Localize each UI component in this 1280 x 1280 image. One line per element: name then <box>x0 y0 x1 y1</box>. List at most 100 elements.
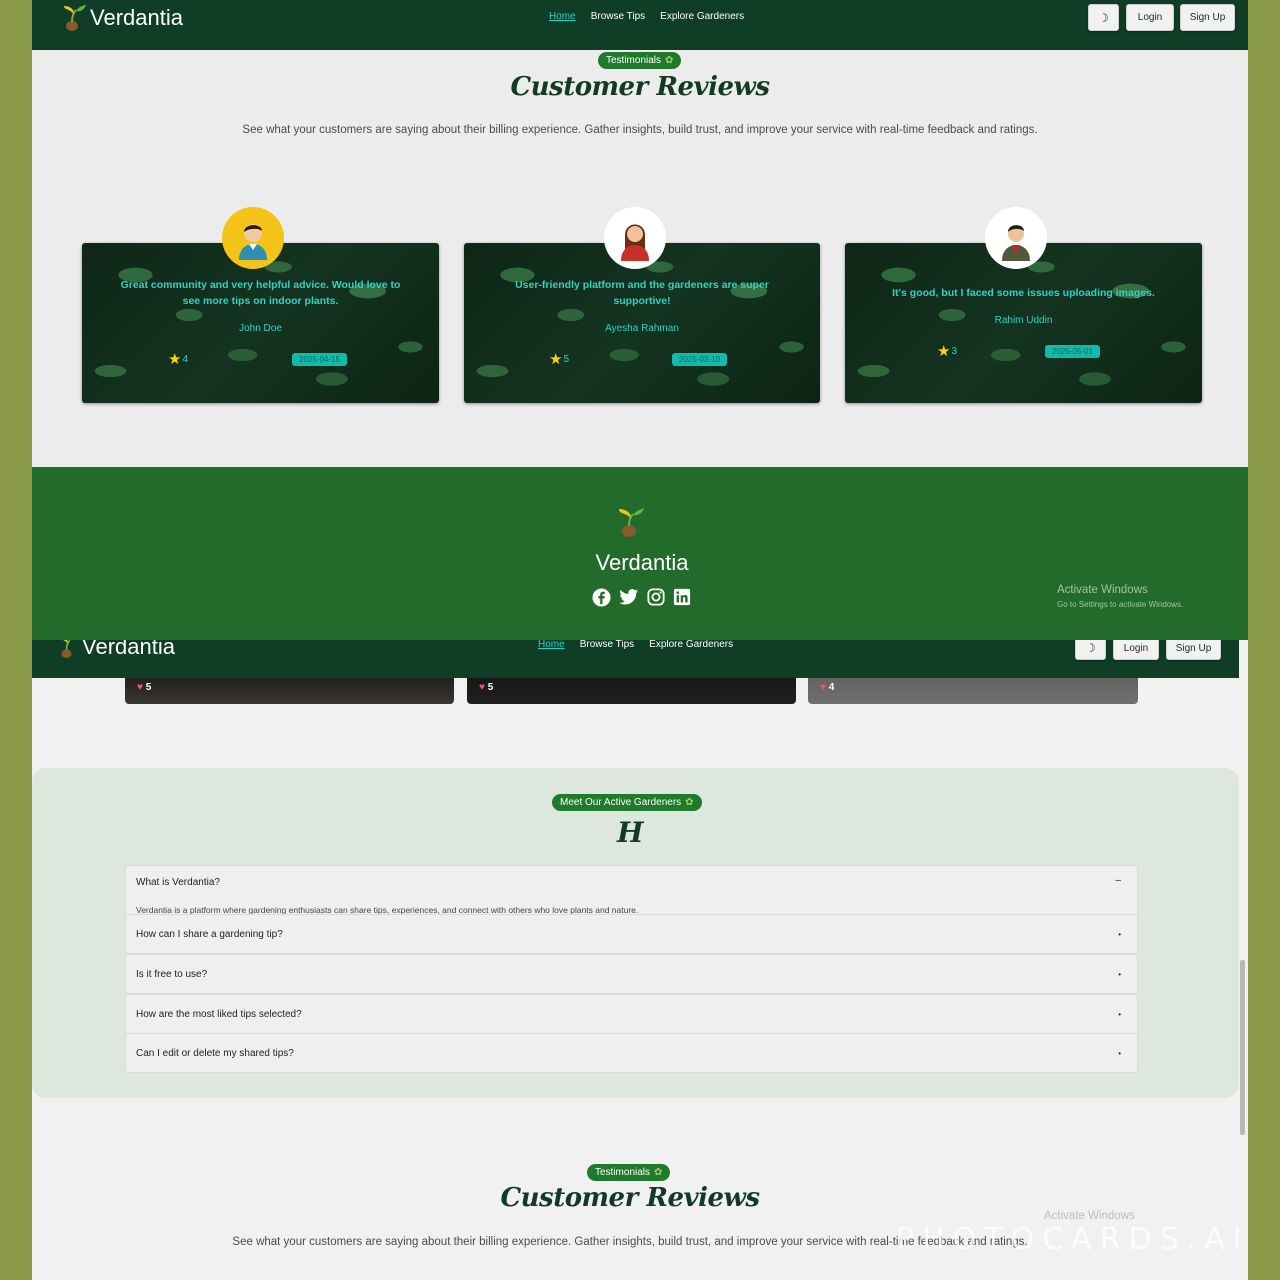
avatar <box>222 207 284 269</box>
navbar: Verdantia Home Browse Tips Explore Garde… <box>32 0 1248 50</box>
instagram-icon[interactable] <box>647 588 665 606</box>
female-user-icon <box>621 224 649 261</box>
brand-name: Verdantia <box>82 640 175 659</box>
reviewer-name: John Doe <box>239 323 282 334</box>
logo[interactable]: Verdantia <box>62 2 183 34</box>
page-subtitle: See what your customers are saying about… <box>242 124 1038 136</box>
social-links <box>592 588 691 607</box>
avatar <box>604 207 666 269</box>
badge-label: Meet Our Active Gardeners <box>560 797 682 808</box>
moon-icon: ☽ <box>1085 641 1096 655</box>
footer: Verdantia Activate Windows Go to Setting… <box>32 467 1248 640</box>
review-date: 2025-04-15 <box>292 353 347 366</box>
likes: ♥ 5 <box>479 682 493 693</box>
heart-icon: ♥ <box>137 682 143 693</box>
review-text: User-friendly platform and the gardeners… <box>515 279 769 307</box>
heart-icon: ♥ <box>820 682 826 693</box>
rating-value: 3 <box>951 345 958 357</box>
sprout-logo-icon <box>619 507 644 537</box>
login-button[interactable]: Login <box>1126 4 1174 31</box>
nav-browse-tips[interactable]: Browse Tips <box>580 640 634 650</box>
logo[interactable]: Verdantia <box>58 640 175 662</box>
activate-windows-title: Activate Windows <box>1057 584 1148 596</box>
nav-links: Home Browse Tips Explore Gardeners <box>549 11 744 22</box>
review-text: Great community and very helpful advice.… <box>120 279 401 307</box>
expand-icon[interactable]: • <box>1118 1049 1121 1058</box>
sprout-icon: ✿ <box>665 55 674 66</box>
page-title: Customer Reviews <box>500 1183 760 1213</box>
nav-home[interactable]: Home <box>538 640 565 650</box>
linkedin-icon[interactable] <box>673 588 691 606</box>
faq-item[interactable]: Is it free to use? • <box>125 954 1138 994</box>
faq-item[interactable]: How can I share a gardening tip? • <box>125 914 1138 954</box>
faq-section: Meet Our Active Gardeners ✿ H What is Ve… <box>32 768 1239 1098</box>
signup-button[interactable]: Sign Up <box>1166 640 1221 660</box>
nav-explore-gardeners[interactable]: Explore Gardeners <box>649 640 733 650</box>
rating: ★ 3 <box>937 342 957 360</box>
star-icon: ★ <box>549 351 563 368</box>
testimonials-badge: Testimonials ✿ <box>587 1164 671 1181</box>
footer-brand: Verdantia <box>595 550 689 575</box>
sprout-logo-icon <box>61 640 72 658</box>
testimonials-badge: Testimonials ✿ <box>598 52 682 69</box>
sprout-icon: ✿ <box>654 1167 663 1178</box>
nav-home[interactable]: Home <box>549 11 576 22</box>
reviewer-name: Rahim Uddin <box>994 315 1053 326</box>
bottom-screenshot: ♥ 5 ♥ 5 ♥ 4 Verdantia Home Browse Tips E… <box>32 640 1248 1280</box>
activate-windows-subtitle: Go to Settings to activate Windows. <box>1057 600 1184 609</box>
twitter-icon[interactable] <box>619 588 639 607</box>
moon-icon: ☽ <box>1098 10 1109 25</box>
scrollbar-thumb[interactable] <box>1240 960 1245 1135</box>
active-gardeners-badge: Meet Our Active Gardeners ✿ <box>552 794 702 811</box>
like-count: 4 <box>828 682 835 693</box>
theme-toggle-button[interactable]: ☽ <box>1075 640 1106 660</box>
nav-explore-gardeners[interactable]: Explore Gardeners <box>660 11 744 22</box>
star-icon: ★ <box>937 343 951 360</box>
theme-toggle-button[interactable]: ☽ <box>1088 4 1119 31</box>
star-icon: ★ <box>168 351 182 368</box>
top-screenshot: Verdantia Home Browse Tips Explore Garde… <box>32 0 1248 640</box>
rating: ★ 4 <box>168 350 188 368</box>
faq-question: Can I edit or delete my shared tips? <box>136 1047 294 1059</box>
review-date: 2025-05-01 <box>1045 345 1100 358</box>
signup-button[interactable]: Sign Up <box>1180 4 1235 31</box>
faq-question: How can I share a gardening tip? <box>136 928 283 940</box>
faq-item[interactable]: What is Verdantia? – Verdantia is a plat… <box>125 865 1138 915</box>
likes: ♥ 4 <box>820 682 834 693</box>
nav-links: Home Browse Tips Explore Gardeners <box>538 640 733 650</box>
likes: ♥ 5 <box>137 682 151 693</box>
expand-icon[interactable]: • <box>1118 930 1121 939</box>
heart-icon: ♥ <box>479 682 485 693</box>
faq-item[interactable]: Can I edit or delete my shared tips? • <box>125 1033 1138 1073</box>
faq-question: Is it free to use? <box>136 968 208 980</box>
male-user-icon <box>239 224 267 260</box>
collapse-icon[interactable]: – <box>1115 875 1121 886</box>
photocards-watermark: PHOTOCARDS.AI <box>896 1222 1250 1257</box>
page-title: Customer Reviews <box>510 72 770 102</box>
sprout-icon: ✿ <box>685 797 694 808</box>
avatar <box>985 207 1047 269</box>
badge-label: Testimonials <box>595 1167 651 1178</box>
sprout-logo-icon <box>64 4 86 31</box>
navbar: Verdantia Home Browse Tips Explore Garde… <box>32 640 1239 678</box>
faq-question: What is Verdantia? <box>136 877 220 888</box>
expand-icon[interactable]: • <box>1118 1010 1121 1019</box>
expand-icon[interactable]: • <box>1118 970 1121 979</box>
rating: ★ 5 <box>549 350 569 368</box>
reviewer-name: Ayesha Rahman <box>605 323 679 334</box>
nav-browse-tips[interactable]: Browse Tips <box>591 11 645 22</box>
faq-item[interactable]: How are the most liked tips selected? • <box>125 994 1138 1034</box>
faq-question: How are the most liked tips selected? <box>136 1008 302 1020</box>
review-date: 2025-03-10 <box>672 353 727 366</box>
rating-value: 5 <box>563 353 570 365</box>
brand-name: Verdantia <box>90 5 183 30</box>
badge-label: Testimonials <box>606 55 662 66</box>
activate-windows-title: Activate Windows <box>1044 1210 1135 1222</box>
like-count: 5 <box>487 682 494 693</box>
male-user-icon <box>1002 225 1030 261</box>
rating-value: 4 <box>182 353 189 365</box>
login-button[interactable]: Login <box>1113 640 1159 660</box>
review-text: It's good, but I faced some issues uploa… <box>892 287 1155 299</box>
like-count: 5 <box>145 682 152 693</box>
facebook-icon[interactable] <box>592 588 611 607</box>
